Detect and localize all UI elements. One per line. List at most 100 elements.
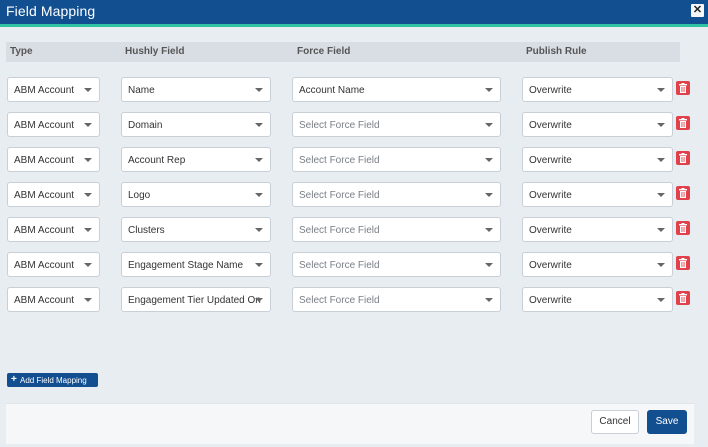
table-header: Type Hushly Field Force Field Publish Ru… [6, 42, 680, 62]
delete-row-button[interactable] [676, 151, 690, 165]
chevron-down-icon [485, 228, 493, 232]
hushly-field-select[interactable]: Account Rep [121, 147, 271, 172]
delete-row-button[interactable] [676, 291, 690, 305]
force-field-select-value: Select Force Field [299, 260, 380, 271]
publish-rule-select-value: Overwrite [529, 260, 572, 271]
hushly-field-select-value: Name [128, 85, 155, 96]
save-button[interactable]: Save [647, 410, 687, 434]
chevron-down-icon [657, 298, 665, 302]
chevron-down-icon [657, 263, 665, 267]
dialog-footer: Cancel Save [6, 403, 694, 444]
hushly-field-select-value: Account Rep [128, 155, 186, 166]
publish-rule-select-value: Overwrite [529, 295, 572, 306]
publish-rule-select[interactable]: Overwrite [522, 182, 673, 207]
chevron-down-icon [84, 123, 92, 127]
delete-row-button[interactable] [676, 186, 690, 200]
add-field-mapping-button[interactable]: + Add Field Mapping [7, 373, 98, 387]
force-field-select-value: Select Force Field [299, 120, 380, 131]
type-select[interactable]: ABM Account [7, 77, 100, 102]
chevron-down-icon [485, 263, 493, 267]
type-select[interactable]: ABM Account [7, 112, 100, 137]
publish-rule-select[interactable]: Overwrite [522, 147, 673, 172]
publish-rule-select[interactable]: Overwrite [522, 252, 673, 277]
type-select-value: ABM Account [14, 190, 75, 201]
force-field-select-value: Select Force Field [299, 190, 380, 201]
force-field-select-value: Select Force Field [299, 295, 380, 306]
trash-icon [679, 118, 687, 128]
hushly-field-select-value: Clusters [128, 225, 165, 236]
hushly-field-select[interactable]: Clusters [121, 217, 271, 242]
force-field-select-value: Select Force Field [299, 225, 380, 236]
accent-bar [0, 24, 708, 27]
force-field-select[interactable]: Select Force Field [292, 287, 501, 312]
force-field-select[interactable]: Select Force Field [292, 147, 501, 172]
type-select-value: ABM Account [14, 155, 75, 166]
chevron-down-icon [485, 193, 493, 197]
type-select-value: ABM Account [14, 85, 75, 96]
publish-rule-select-value: Overwrite [529, 85, 572, 96]
publish-rule-select-value: Overwrite [529, 155, 572, 166]
publish-rule-select[interactable]: Overwrite [522, 77, 673, 102]
chevron-down-icon [485, 123, 493, 127]
type-select-value: ABM Account [14, 260, 75, 271]
publish-rule-select[interactable]: Overwrite [522, 217, 673, 242]
type-select[interactable]: ABM Account [7, 287, 100, 312]
chevron-down-icon [485, 88, 493, 92]
force-field-select[interactable]: Select Force Field [292, 182, 501, 207]
header-force-field: Force Field [297, 46, 351, 57]
chevron-down-icon [657, 228, 665, 232]
dialog-title: Field Mapping [6, 3, 96, 19]
trash-icon [679, 258, 687, 268]
plus-icon: + [11, 374, 17, 385]
add-field-mapping-label: Add Field Mapping [20, 376, 87, 385]
header-publish-rule: Publish Rule [526, 46, 587, 57]
cancel-button[interactable]: Cancel [591, 410, 639, 434]
type-select[interactable]: ABM Account [7, 252, 100, 277]
chevron-down-icon [255, 263, 263, 267]
chevron-down-icon [657, 193, 665, 197]
chevron-down-icon [485, 158, 493, 162]
chevron-down-icon [255, 88, 263, 92]
hushly-field-select-value: Engagement Stage Name [128, 260, 244, 271]
hushly-field-select[interactable]: Name [121, 77, 271, 102]
force-field-select[interactable]: Select Force Field [292, 112, 501, 137]
hushly-field-select-value: Engagement Tier Updated On [128, 295, 261, 306]
chevron-down-icon [84, 88, 92, 92]
type-select[interactable]: ABM Account [7, 217, 100, 242]
chevron-down-icon [84, 263, 92, 267]
hushly-field-select[interactable]: Engagement Stage Name [121, 252, 271, 277]
hushly-field-select[interactable]: Logo [121, 182, 271, 207]
delete-row-button[interactable] [676, 256, 690, 270]
hushly-field-select[interactable]: Engagement Tier Updated On [121, 287, 271, 312]
trash-icon [679, 153, 687, 163]
trash-icon [679, 293, 687, 303]
trash-icon [679, 83, 687, 93]
trash-icon [679, 223, 687, 233]
chevron-down-icon [255, 158, 263, 162]
chevron-down-icon [84, 158, 92, 162]
type-select[interactable]: ABM Account [7, 147, 100, 172]
header-type: Type [10, 46, 33, 57]
publish-rule-select-value: Overwrite [529, 120, 572, 131]
type-select-value: ABM Account [14, 120, 75, 131]
delete-row-button[interactable] [676, 81, 690, 95]
dialog-titlebar: Field Mapping ✕ [0, 0, 708, 24]
type-select[interactable]: ABM Account [7, 182, 100, 207]
force-field-select[interactable]: Select Force Field [292, 252, 501, 277]
header-hushly-field: Hushly Field [125, 46, 185, 57]
chevron-down-icon [255, 228, 263, 232]
chevron-down-icon [657, 88, 665, 92]
close-icon[interactable]: ✕ [691, 4, 704, 17]
publish-rule-select-value: Overwrite [529, 190, 572, 201]
chevron-down-icon [657, 158, 665, 162]
chevron-down-icon [84, 228, 92, 232]
force-field-select[interactable]: Select Force Field [292, 217, 501, 242]
publish-rule-select[interactable]: Overwrite [522, 287, 673, 312]
chevron-down-icon [255, 193, 263, 197]
delete-row-button[interactable] [676, 221, 690, 235]
delete-row-button[interactable] [676, 116, 690, 130]
publish-rule-select[interactable]: Overwrite [522, 112, 673, 137]
force-field-select[interactable]: Account Name [292, 77, 501, 102]
hushly-field-select[interactable]: Domain [121, 112, 271, 137]
hushly-field-select-value: Logo [128, 190, 151, 201]
